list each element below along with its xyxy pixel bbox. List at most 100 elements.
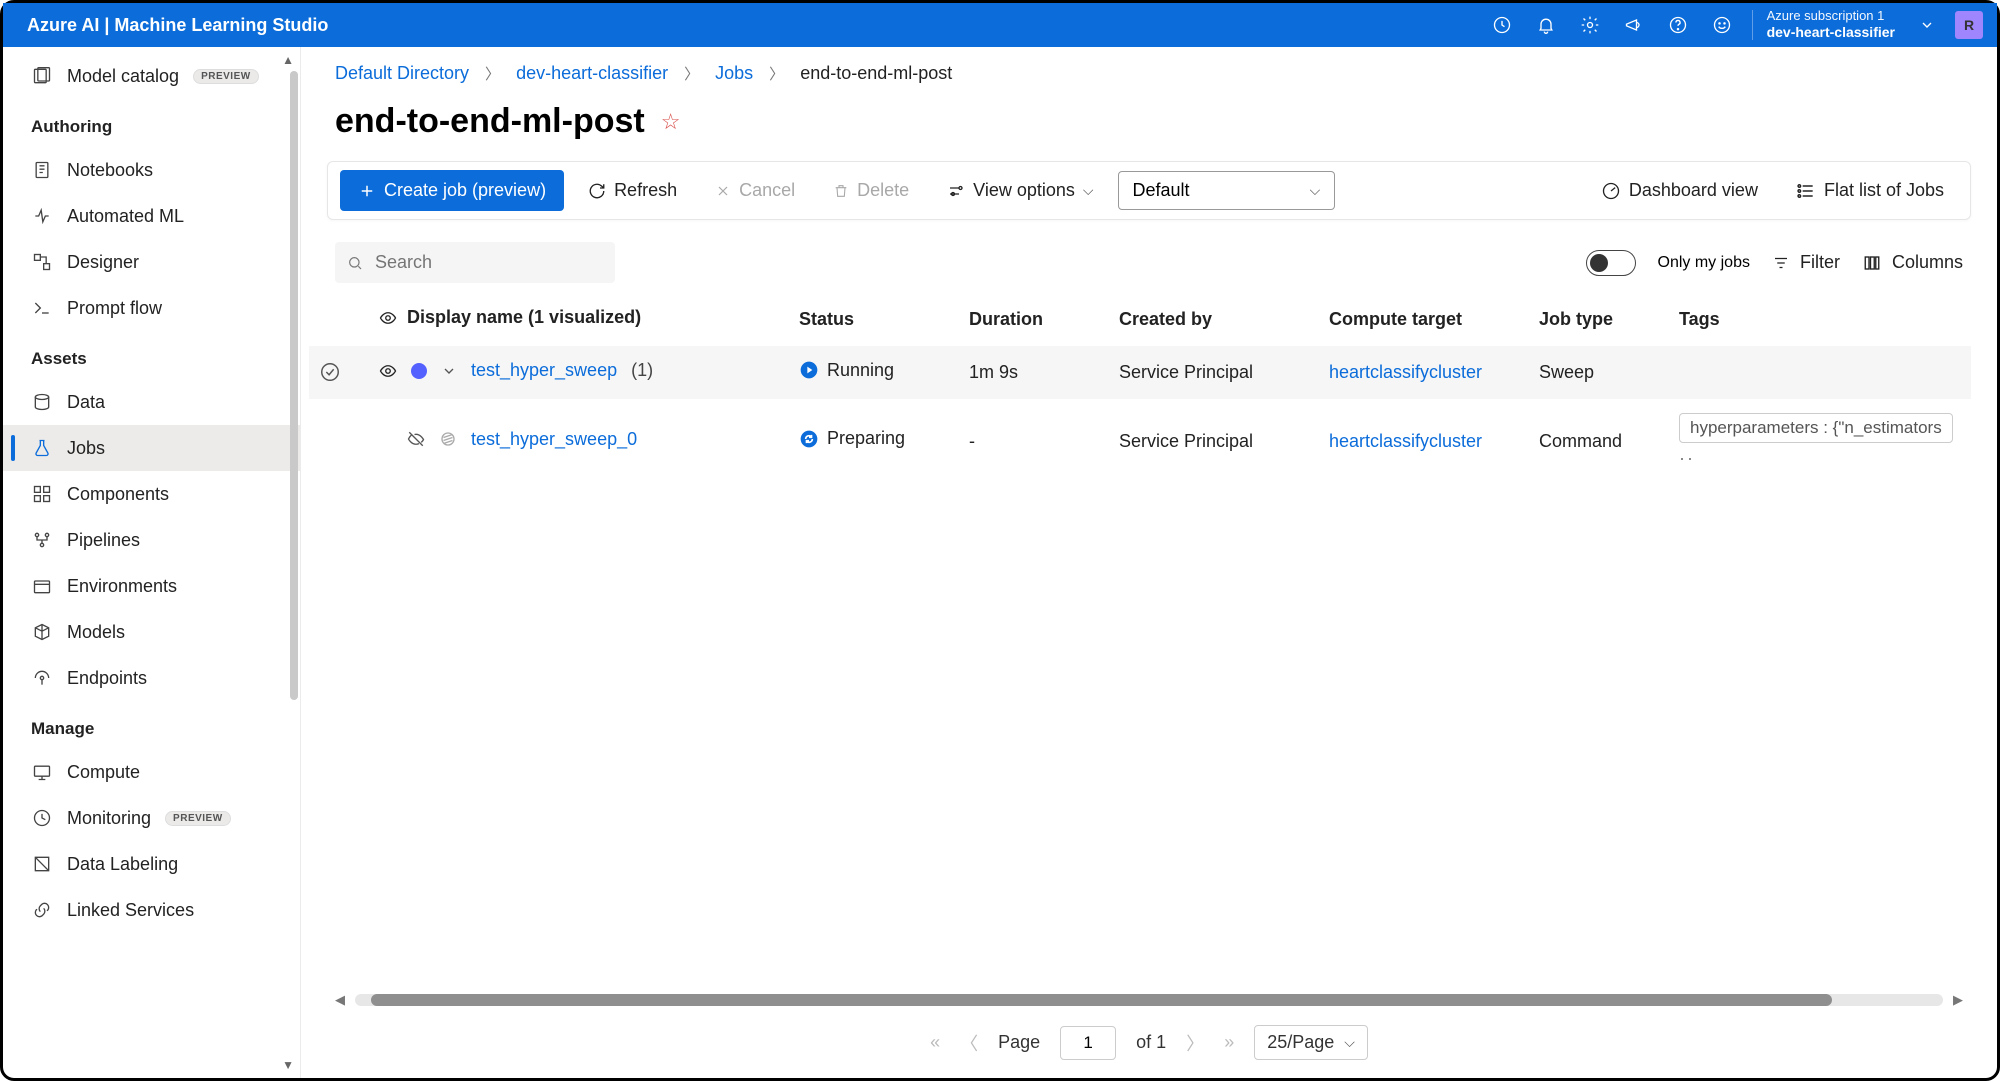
job-name-link[interactable]: test_hyper_sweep xyxy=(471,360,617,381)
col-display-name[interactable]: Display name (1 visualized) xyxy=(407,307,641,328)
col-compute-target[interactable]: Compute target xyxy=(1319,293,1529,346)
catalog-icon xyxy=(31,65,53,87)
sidebar-item-endpoints[interactable]: Endpoints xyxy=(3,655,300,701)
sidebar-item-model-catalog[interactable]: Model catalog PREVIEW xyxy=(3,53,300,99)
sidebar-section-authoring: Authoring xyxy=(3,99,300,147)
hatch-circle-icon xyxy=(439,430,457,448)
workspace-name: dev-heart-classifier xyxy=(1767,24,1895,40)
sidebar-item-label: Model catalog xyxy=(67,66,179,87)
compute-target-link[interactable]: heartclassifycluster xyxy=(1329,431,1482,451)
page-input[interactable] xyxy=(1060,1026,1116,1060)
sidebar-item-designer[interactable]: Designer xyxy=(3,239,300,285)
designer-icon xyxy=(31,251,53,273)
page-first-button[interactable]: « xyxy=(930,1032,940,1053)
scroll-left-icon[interactable]: ◀ xyxy=(335,992,345,1008)
table-row[interactable]: test_hyper_sweep (1) Running 1m 9s Servi… xyxy=(309,346,1971,400)
page-of-label: of 1 xyxy=(1136,1032,1166,1053)
job-name-link[interactable]: test_hyper_sweep_0 xyxy=(471,429,637,450)
columns-button[interactable]: Columns xyxy=(1862,252,1963,273)
crumb-jobs[interactable]: Jobs xyxy=(715,63,753,84)
sidebar-scrollbar[interactable] xyxy=(288,71,300,1054)
sidebar-item-pipelines[interactable]: Pipelines xyxy=(3,517,300,563)
duration-text: - xyxy=(959,399,1109,483)
filter-button[interactable]: Filter xyxy=(1772,252,1840,273)
dashboard-view-button[interactable]: Dashboard view xyxy=(1587,172,1772,209)
sidebar-item-environments[interactable]: Environments xyxy=(3,563,300,609)
sidebar-item-prompt-flow[interactable]: Prompt flow xyxy=(3,285,300,331)
view-select[interactable]: Default⌵ xyxy=(1118,171,1336,210)
sidebar-item-label: Designer xyxy=(67,252,139,273)
endpoints-icon xyxy=(31,667,53,689)
refresh-button[interactable]: Refresh xyxy=(574,172,691,209)
sidebar-item-models[interactable]: Models xyxy=(3,609,300,655)
tag-chip[interactable]: hyperparameters : {"n_estimators xyxy=(1679,413,1953,443)
sidebar-item-compute[interactable]: Compute xyxy=(3,749,300,795)
chevron-down-icon[interactable] xyxy=(441,363,457,379)
pipelines-icon xyxy=(31,529,53,551)
sidebar-item-jobs[interactable]: Jobs xyxy=(3,425,300,471)
create-job-button[interactable]: Create job (preview) xyxy=(340,170,564,211)
page-last-button[interactable]: » xyxy=(1224,1032,1234,1053)
eye-icon[interactable] xyxy=(379,362,397,380)
scroll-right-icon[interactable]: ▶ xyxy=(1953,992,1963,1008)
workspace-switcher[interactable]: Azure subscription 1 dev-heart-classifie… xyxy=(1767,9,1895,40)
sidebar-item-label: Jobs xyxy=(67,438,105,459)
sidebar-item-automl[interactable]: Automated ML xyxy=(3,193,300,239)
col-job-type[interactable]: Job type xyxy=(1529,293,1669,346)
more-icon[interactable]: ·· xyxy=(1679,448,1695,468)
sidebar-item-label: Automated ML xyxy=(67,206,184,227)
search-input[interactable] xyxy=(335,242,615,283)
only-my-jobs-toggle[interactable] xyxy=(1586,250,1636,276)
sidebar-item-data[interactable]: Data xyxy=(3,379,300,425)
horizontal-scrollbar[interactable]: ◀ ▶ xyxy=(335,991,1963,1009)
favorite-star-icon[interactable]: ☆ xyxy=(661,109,681,135)
bell-icon[interactable] xyxy=(1524,3,1568,47)
col-created-by[interactable]: Created by xyxy=(1109,293,1319,346)
crumb-directory[interactable]: Default Directory xyxy=(335,63,469,84)
search-field[interactable] xyxy=(375,252,603,273)
automl-icon xyxy=(31,205,53,227)
linked-icon xyxy=(31,899,53,921)
models-icon xyxy=(31,621,53,643)
page-next-button[interactable]: 〉 xyxy=(1186,1030,1204,1056)
table-row[interactable]: test_hyper_sweep_0 Preparing - Service P… xyxy=(309,399,1971,483)
sidebar: ▲ Model catalog PREVIEW Authoring Notebo… xyxy=(3,47,301,1078)
button-label: Dashboard view xyxy=(1629,180,1758,201)
chevron-right-icon: 〉 xyxy=(769,63,784,84)
col-status[interactable]: Status xyxy=(789,293,959,346)
play-circle-icon xyxy=(799,360,819,380)
help-icon[interactable] xyxy=(1656,3,1700,47)
chevron-down-icon[interactable] xyxy=(1905,3,1949,47)
avatar[interactable]: R xyxy=(1955,11,1983,39)
page-label: Page xyxy=(998,1032,1040,1053)
chevron-down-icon: ⌵ xyxy=(1344,1034,1355,1051)
crumb-workspace[interactable]: dev-heart-classifier xyxy=(516,63,668,84)
sidebar-item-linked-services[interactable]: Linked Services xyxy=(3,887,300,933)
view-options-button[interactable]: View options ⌵ xyxy=(933,172,1107,209)
smile-icon[interactable] xyxy=(1700,3,1744,47)
flat-list-button[interactable]: Flat list of Jobs xyxy=(1782,172,1958,209)
crumb-current: end-to-end-ml-post xyxy=(800,63,952,84)
sidebar-item-label: Linked Services xyxy=(67,900,194,921)
gear-icon[interactable] xyxy=(1568,3,1612,47)
compute-target-link[interactable]: heartclassifycluster xyxy=(1329,362,1482,382)
sidebar-item-data-labeling[interactable]: Data Labeling xyxy=(3,841,300,887)
page-size-value: 25/Page xyxy=(1267,1032,1334,1053)
sidebar-item-notebooks[interactable]: Notebooks xyxy=(3,147,300,193)
col-tags[interactable]: Tags xyxy=(1669,293,1971,346)
sidebar-item-monitoring[interactable]: MonitoringPREVIEW xyxy=(3,795,300,841)
page-size-select[interactable]: 25/Page ⌵ xyxy=(1254,1025,1368,1060)
sidebar-section-assets: Assets xyxy=(3,331,300,379)
megaphone-icon[interactable] xyxy=(1612,3,1656,47)
button-label: Refresh xyxy=(614,180,677,201)
eye-off-icon[interactable] xyxy=(407,430,425,448)
col-duration[interactable]: Duration xyxy=(959,293,1109,346)
job-type-text: Command xyxy=(1529,399,1669,483)
checkmark-circle-icon[interactable] xyxy=(319,361,341,383)
scroll-down-icon[interactable]: ▼ xyxy=(282,1058,294,1072)
prompt-icon xyxy=(31,297,53,319)
app-title: Azure AI | Machine Learning Studio xyxy=(27,15,328,36)
sidebar-item-components[interactable]: Components xyxy=(3,471,300,517)
page-prev-button[interactable]: 〈 xyxy=(960,1030,978,1056)
clock-icon[interactable] xyxy=(1480,3,1524,47)
